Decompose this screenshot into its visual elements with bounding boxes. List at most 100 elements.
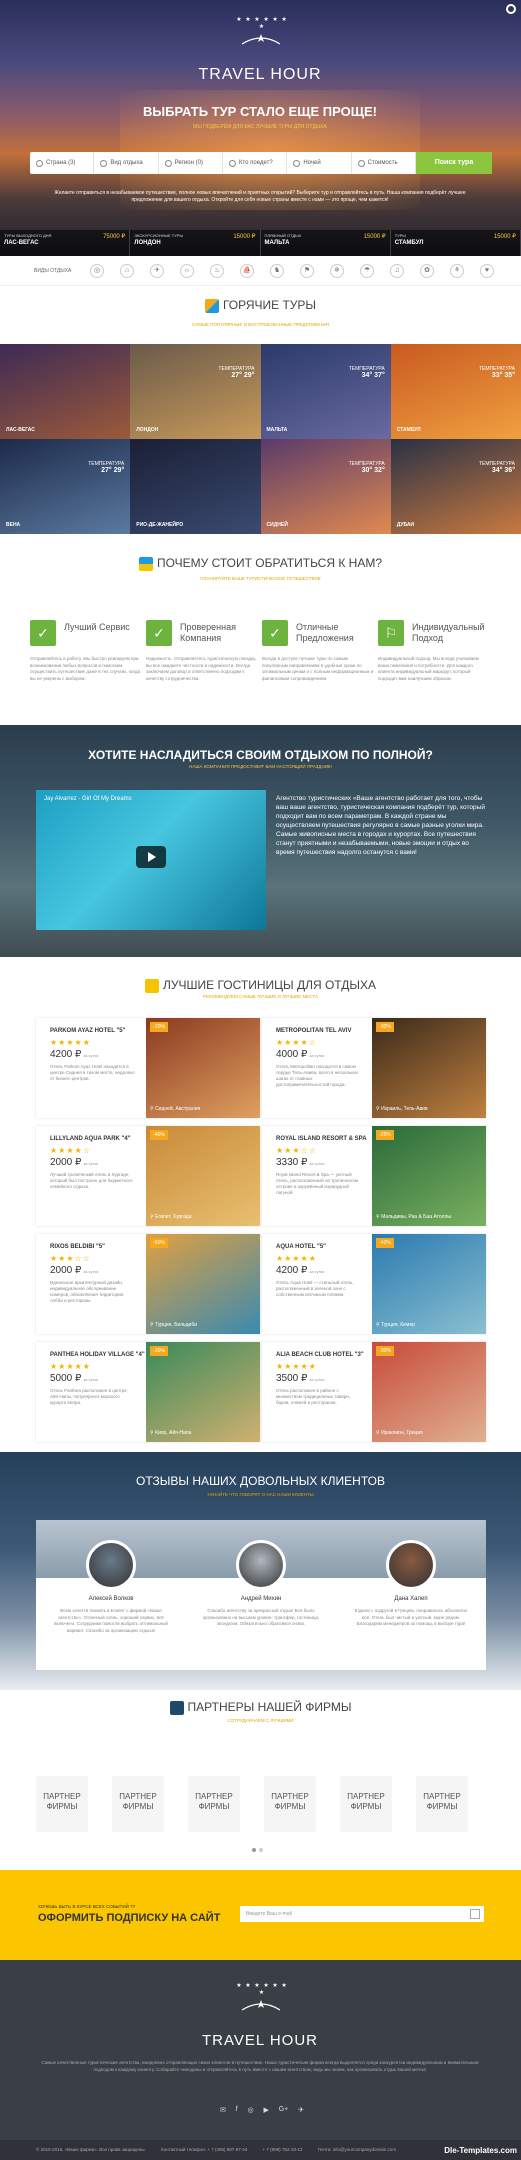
hotel-description: Отель Panthea расположен в центре Айя-На… [50,1388,127,1405]
hot-tour-card[interactable]: ТЕМПЕРАТУРА 27° 29° ЛОНДОН [130,344,261,439]
social-icon[interactable]: G+ [279,2106,289,2114]
destination-item[interactable]: ЭКСКУРСИОННЫЕ ТУРЫ ЛОНДОН 15000 ₽ [130,230,261,256]
review-text: Спасибо агентству за прекрасный отдых! В… [202,1608,320,1626]
hotel-image[interactable] [146,1018,260,1118]
carousel-dots[interactable] [252,1848,272,1854]
logo-title[interactable]: TRAVEL HOUR [180,66,340,84]
hotel-image[interactable] [146,1126,260,1226]
social-icon[interactable]: f [236,2106,238,2114]
vacation-type-icon[interactable]: ⚘ [450,263,464,278]
search-field-4[interactable]: Ночей [287,152,352,174]
discount-badge: -30% [376,1346,394,1356]
vacation-type-icon[interactable]: ⌂ [120,263,134,278]
watermark: Dle-Templates.com [444,2146,517,2155]
vacation-type-icon[interactable]: ✈ [150,263,164,278]
hotel-image[interactable] [146,1342,260,1442]
hotel-image[interactable] [372,1018,486,1118]
hotel-location-text: Кипр, Айя-Напа [155,1430,192,1436]
destination-name: МАЛЬТА [264,240,290,246]
search-field-1[interactable]: Вид отдыха [94,152,159,174]
vacation-type-icon[interactable]: ◎ [90,263,104,278]
search-field-2[interactable]: Регион (0) [159,152,223,174]
destination-item[interactable]: ПЛЯЖНЫЙ ОТДЫХ МАЛЬТА 15000 ₽ [260,230,391,256]
partner-logo[interactable]: ПАРТНЕР ФИРМЫ [340,1776,392,1832]
vacation-type-icon[interactable]: ⛵ [240,263,254,278]
hot-tour-card[interactable]: ЛАС-ВЕГАС [0,344,131,439]
hotel-card[interactable]: METROPOLITAN TEL AVIV ★★★★☆ 4000 ₽ за сутки… [262,1018,486,1118]
video-title[interactable]: Jay Alvarrez - Girl Of My Dreams [44,796,132,802]
subscribe-email-input[interactable]: Введите Ваш e-mail [240,1906,484,1922]
vacation-type-icon[interactable]: ☼ [180,263,194,278]
avatar [386,1540,436,1590]
hotel-image[interactable] [372,1126,486,1226]
hotel-image[interactable] [372,1234,486,1334]
partner-logo[interactable]: ПАРТНЕР ФИРМЫ [416,1776,468,1832]
hot-tour-card[interactable]: ТЕМПЕРАТУРА 34° 37° МАЛЬТА [260,344,391,439]
hot-tour-card[interactable]: ТЕМПЕРАТУРА 30° 32° СИДНЕЙ [260,439,391,534]
destination-item[interactable]: ТУРЫ ВЫХОДНОГО ДНЯ ЛАС-ВЕГАС 75000 ₽ [0,230,131,256]
carousel-dot[interactable] [259,1848,263,1852]
hotel-card[interactable]: RIXOS BELDIBI "5" ★★★☆☆ 2000 ₽ за сутки Идеа… [36,1234,260,1334]
play-icon[interactable] [136,846,166,868]
field-icon [228,159,236,167]
search-field-5[interactable]: Стоимость [352,152,416,174]
hotel-card[interactable]: AQUA HOTEL "5" ★★★★★ 4200 ₽ за сутки Отель A… [262,1234,486,1334]
video-player[interactable]: Jay Alvarrez - Girl Of My Dreams [36,790,266,930]
contact-email[interactable]: Почта: info@yourcompanydomain.com [318,2147,396,2152]
briefcase-icon [169,1700,184,1715]
destination-price: 15000 ₽ [363,234,386,240]
vacation-type-icon[interactable]: ☂ [360,263,374,278]
hotel-name[interactable]: ROYAL ISLAND RESORT & SPA [276,1136,367,1142]
star-rating-icon: ★★★★★ [50,1362,91,1371]
hotel-image[interactable] [146,1234,260,1334]
hot-tour-card[interactable]: ТЕМПЕРАТУРА 33° 35° СТАМБУЛ [390,344,521,439]
hotel-card[interactable]: PANTHEA HOLIDAY VILLAGE "4" ★★★★★ 5000 ₽ за… [36,1342,260,1442]
subscribe-submit-button[interactable] [470,1909,480,1919]
partner-logo[interactable]: ПАРТНЕР ФИРМЫ [264,1776,316,1832]
hotel-name[interactable]: LILLYLAND AQUA PARK "4" [50,1136,131,1142]
vacation-type-icon[interactable]: ❄ [330,263,344,278]
hotel-price-value: 5000 ₽ [50,1373,82,1384]
search-tour-button[interactable]: Поиск тура [415,152,492,174]
partner-logo[interactable]: ПАРТНЕР ФИРМЫ [112,1776,164,1832]
hotel-location-text: Ираклион, Греция [381,1430,423,1436]
social-icon[interactable]: ▶ [263,2106,268,2114]
vacation-type-icon[interactable]: ♨ [210,263,224,278]
hotel-name[interactable]: PARKOM AYAZ HOTEL "5" [50,1028,125,1034]
social-icon[interactable]: ◎ [248,2106,254,2114]
hotel-price-value: 3330 ₽ [276,1157,308,1168]
hotel-image[interactable] [372,1342,486,1442]
vacation-type-icon[interactable]: ♥ [480,263,494,278]
vacation-type-icon[interactable]: ⚑ [300,263,314,278]
hotel-card[interactable]: ROYAL ISLAND RESORT & SPA ★★★☆☆ 3330 ₽ за с… [262,1126,486,1226]
search-field-3[interactable]: Кто поедет? [223,152,288,174]
social-icon[interactable]: ✈ [298,2106,304,2114]
partner-logo[interactable]: ПАРТНЕР ФИРМЫ [188,1776,240,1832]
destination-item[interactable]: ТУРЫ СТАМБУЛ 15000 ₽ [390,230,521,256]
hotel-card[interactable]: ALIA BEACH CLUB HOTEL "3" ★★★★★ 3500 ₽ за с… [262,1342,486,1442]
hotel-name[interactable]: METROPOLITAN TEL AVIV [276,1028,351,1034]
search-icon[interactable] [506,4,516,14]
hot-tour-card[interactable]: РИО-ДЕ-ЖАНЕЙРО [130,439,261,534]
hotel-name[interactable]: PANTHEA HOLIDAY VILLAGE "4" [50,1352,145,1358]
hotel-card[interactable]: LILLYLAND AQUA PARK "4" ★★★★☆ 2000 ₽ за сут… [36,1126,260,1226]
hotel-name[interactable]: RIXOS BELDIBI "5" [50,1244,105,1250]
hotel-name[interactable]: ALIA BEACH CLUB HOTEL "3" [276,1352,364,1358]
vacation-type-icon[interactable]: ✿ [420,263,434,278]
footer-logo-title[interactable]: TRAVEL HOUR [180,2032,340,2049]
hotel-name[interactable]: AQUA HOTEL "5" [276,1244,326,1250]
hotel-location-text: Турция, Кемер [381,1322,415,1328]
per-night-label: за сутки [309,1161,325,1166]
destination-price: 15000 ₽ [233,234,256,240]
hotel-location-text: Египет, Хургада [155,1214,192,1220]
hot-tour-card[interactable]: ТЕМПЕРАТУРА 34° 36° ДУБАИ [390,439,521,534]
partner-logo[interactable]: ПАРТНЕР ФИРМЫ [36,1776,88,1832]
carousel-dot[interactable] [252,1848,256,1852]
hotel-card[interactable]: PARKOM AYAZ HOTEL "5" ★★★★★ 4200 ₽ за сутки… [36,1018,260,1118]
search-field-0[interactable]: Страна (3) [30,152,95,174]
vacation-type-icon[interactable]: ♫ [390,263,404,278]
vacation-type-icon[interactable]: ♞ [270,263,284,278]
social-icon[interactable]: ✉ [220,2106,226,2114]
hotel-location-text: Сидней, Австралия [155,1106,201,1112]
hot-tour-card[interactable]: ТЕМПЕРАТУРА 27° 29° ВЕНА [0,439,131,534]
